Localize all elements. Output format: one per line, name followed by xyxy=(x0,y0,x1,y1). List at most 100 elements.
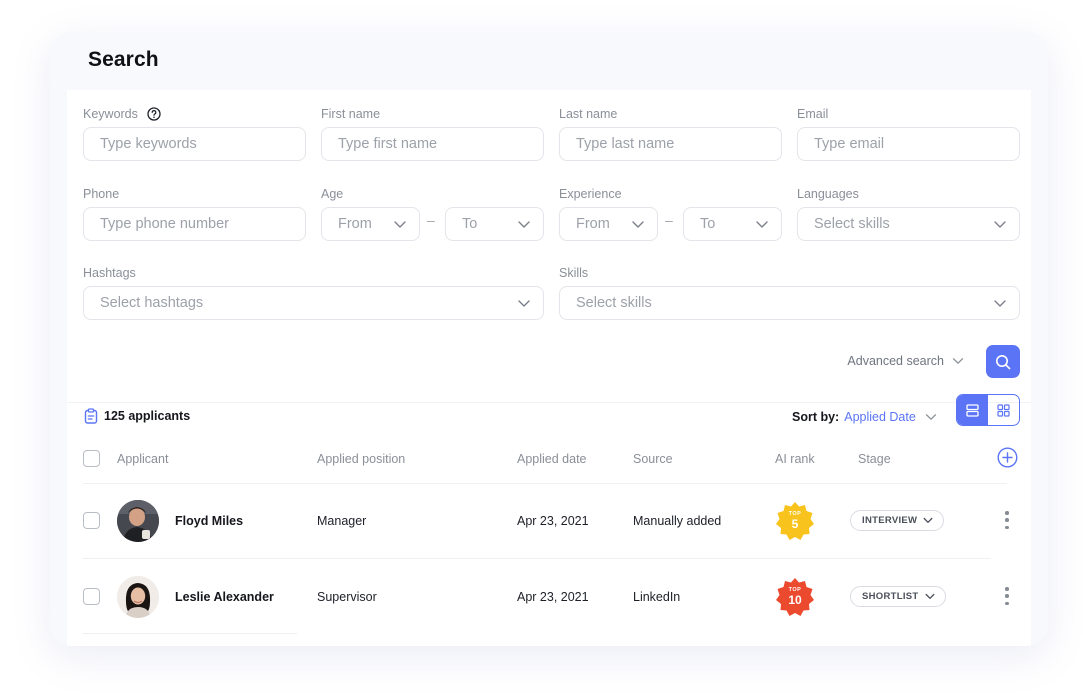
email-label: Email xyxy=(797,107,829,121)
chevron-down-icon xyxy=(923,517,933,523)
header-divider xyxy=(83,483,1007,484)
avatar-photo-leslie xyxy=(117,576,159,618)
row-menu-icon[interactable] xyxy=(1004,587,1010,605)
grid-view-icon xyxy=(997,403,1010,417)
search-icon xyxy=(996,354,1011,369)
column-header-applied-date[interactable]: Applied date xyxy=(517,452,587,466)
languages-field: Languages Select skills xyxy=(797,186,1020,241)
chevron-down-icon xyxy=(518,221,530,228)
chevron-down-icon xyxy=(952,358,964,364)
hashtags-select[interactable]: Select hashtags xyxy=(83,286,544,320)
applied-date: Apr 23, 2021 xyxy=(517,590,589,604)
skills-select[interactable]: Select skills xyxy=(559,286,1020,320)
clipboard-icon xyxy=(84,408,98,424)
hashtags-label: Hashtags xyxy=(83,266,136,280)
column-header-stage[interactable]: Stage xyxy=(858,452,891,466)
row-checkbox[interactable] xyxy=(83,512,100,529)
stage-label: INTERVIEW xyxy=(862,515,918,526)
column-header-source[interactable]: Source xyxy=(633,452,673,466)
applicant-count-label: 125 applicants xyxy=(104,409,191,423)
stage-dropdown[interactable]: INTERVIEW xyxy=(850,510,945,531)
select-all-checkbox[interactable] xyxy=(83,450,100,467)
first-name-label: First name xyxy=(321,107,381,121)
email-field: Email Type email xyxy=(797,106,1020,161)
last-name-field: Last name Type last name xyxy=(559,106,782,161)
stage-dropdown[interactable]: SHORTLIST xyxy=(850,586,946,607)
row-menu-icon[interactable] xyxy=(1004,511,1010,529)
hashtags-field: Hashtags Select hashtags xyxy=(83,265,544,320)
chevron-down-icon xyxy=(925,414,936,420)
languages-select[interactable]: Select skills xyxy=(797,207,1020,241)
last-name-label: Last name xyxy=(559,107,618,121)
experience-field: Experience From – To xyxy=(559,186,782,241)
column-header-applied-position[interactable]: Applied position xyxy=(317,452,405,466)
chevron-down-icon xyxy=(925,593,934,599)
first-name-field: First name Type first name xyxy=(321,106,544,161)
applied-position: Manager xyxy=(317,514,367,528)
experience-label: Experience xyxy=(559,187,622,201)
phone-field: Phone Type phone number xyxy=(83,186,306,241)
section-divider xyxy=(67,402,1031,403)
avatar-photo-floyd xyxy=(117,500,159,542)
column-header-ai-rank[interactable]: AI rank xyxy=(775,452,815,466)
keywords-label: Keywords xyxy=(83,107,138,121)
page-title: Search xyxy=(88,48,159,71)
age-to-select[interactable]: To xyxy=(445,207,544,241)
last-name-input[interactable]: Type last name xyxy=(559,127,782,161)
applicant-count: 125 applicants xyxy=(84,408,190,424)
skills-label: Skills xyxy=(559,266,589,280)
rank-value: 10 xyxy=(788,593,802,607)
grid-view-button[interactable] xyxy=(988,395,1019,425)
languages-label: Languages xyxy=(797,187,859,201)
source: LinkedIn xyxy=(633,590,681,604)
first-name-input[interactable]: Type first name xyxy=(321,127,544,161)
phone-input[interactable]: Type phone number xyxy=(83,207,306,241)
chevron-down-icon xyxy=(518,300,530,307)
chevron-down-icon xyxy=(632,221,644,228)
list-view-icon xyxy=(966,403,979,417)
keywords-input[interactable]: Type keywords xyxy=(83,127,306,161)
search-panel: Keywords Type keywords First name Type f… xyxy=(67,90,1031,646)
view-toggle xyxy=(956,394,1020,426)
age-field: Age From – To xyxy=(321,186,544,241)
chevron-down-icon xyxy=(394,221,406,228)
phone-label: Phone xyxy=(83,187,120,201)
row-divider xyxy=(83,558,991,559)
row-divider xyxy=(83,633,297,634)
experience-range-separator: – xyxy=(665,212,673,228)
avatar xyxy=(117,500,159,542)
keywords-field: Keywords Type keywords xyxy=(83,106,306,161)
add-column-icon[interactable] xyxy=(997,447,1018,468)
skills-field: Skills Select skills xyxy=(559,265,1020,320)
help-icon[interactable] xyxy=(147,107,161,121)
experience-from-select[interactable]: From xyxy=(559,207,658,241)
sort-value: Applied Date xyxy=(844,410,916,424)
applied-position: Supervisor xyxy=(317,590,377,604)
chevron-down-icon xyxy=(994,221,1006,228)
email-input[interactable]: Type email xyxy=(797,127,1020,161)
source: Manually added xyxy=(633,514,722,528)
search-button[interactable] xyxy=(986,345,1020,378)
age-range-separator: – xyxy=(427,212,435,228)
advanced-search-toggle[interactable]: Advanced search xyxy=(847,354,964,368)
list-view-button[interactable] xyxy=(957,395,988,425)
avatar xyxy=(117,576,159,618)
advanced-search-label: Advanced search xyxy=(847,354,944,368)
stage-label: SHORTLIST xyxy=(862,591,919,602)
ai-rank-badge: TOP 5 xyxy=(774,500,816,542)
column-header-applicant[interactable]: Applicant xyxy=(117,452,168,466)
sort-dropdown[interactable]: Sort by: Applied Date xyxy=(792,410,937,424)
sort-label: Sort by: xyxy=(792,410,840,424)
search-card: Search Keywords Type keywords First name… xyxy=(50,32,1048,646)
applicant-name[interactable]: Floyd Miles xyxy=(175,514,243,528)
age-label: Age xyxy=(321,187,344,201)
applied-date: Apr 23, 2021 xyxy=(517,514,589,528)
row-checkbox[interactable] xyxy=(83,588,100,605)
applicant-name[interactable]: Leslie Alexander xyxy=(175,590,274,604)
experience-to-select[interactable]: To xyxy=(683,207,782,241)
chevron-down-icon xyxy=(756,221,768,228)
rank-value: 5 xyxy=(791,517,799,531)
age-from-select[interactable]: From xyxy=(321,207,420,241)
ai-rank-badge: TOP 10 xyxy=(774,576,816,618)
chevron-down-icon xyxy=(994,300,1006,307)
